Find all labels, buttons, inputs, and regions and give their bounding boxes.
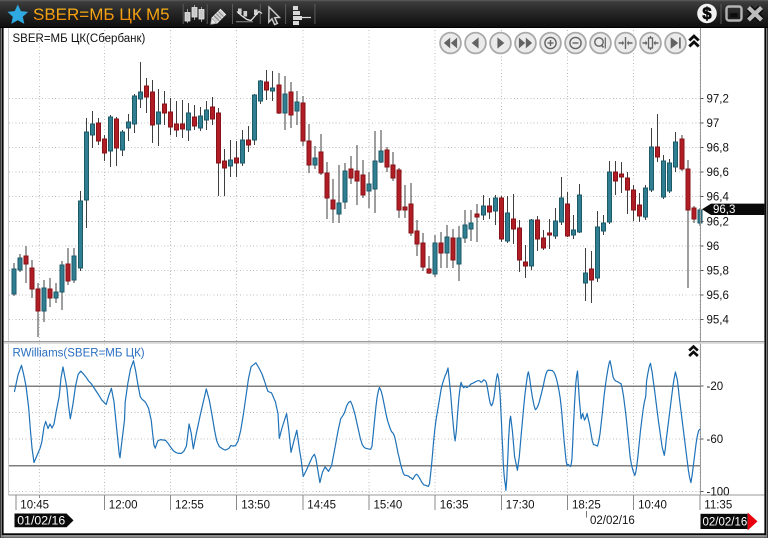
svg-text:97: 97 bbox=[707, 118, 720, 130]
svg-text:96: 96 bbox=[707, 241, 720, 253]
svg-text:01/02/16: 01/02/16 bbox=[17, 514, 65, 528]
svg-text:17:30: 17:30 bbox=[506, 500, 535, 512]
svg-text:10:45: 10:45 bbox=[20, 500, 49, 512]
svg-text:96,8: 96,8 bbox=[707, 143, 729, 155]
svg-text:18:25: 18:25 bbox=[572, 500, 601, 512]
svg-text:96,6: 96,6 bbox=[707, 167, 729, 179]
svg-text:02/02/16: 02/02/16 bbox=[590, 515, 635, 527]
svg-text:M5: M5 bbox=[146, 5, 170, 24]
svg-text:95,6: 95,6 bbox=[707, 290, 729, 302]
svg-text:-100: -100 bbox=[707, 487, 730, 499]
svg-text:97,2: 97,2 bbox=[707, 94, 729, 106]
svg-text:02/02/16: 02/02/16 bbox=[703, 517, 748, 529]
svg-text:SBER=МБ ЦК(Сбербанк): SBER=МБ ЦК(Сбербанк) bbox=[13, 33, 146, 45]
svg-text:13:50: 13:50 bbox=[241, 500, 270, 512]
svg-text:96,3: 96,3 bbox=[713, 204, 735, 216]
svg-text:96,4: 96,4 bbox=[707, 192, 730, 204]
svg-text:12:55: 12:55 bbox=[175, 500, 204, 512]
svg-text:15:40: 15:40 bbox=[374, 500, 403, 512]
svg-text:96,2: 96,2 bbox=[707, 216, 729, 228]
svg-text:RWilliams(SBER=МБ ЦК): RWilliams(SBER=МБ ЦК) bbox=[13, 348, 145, 360]
svg-text:95,8: 95,8 bbox=[707, 265, 729, 277]
svg-text:14:45: 14:45 bbox=[307, 500, 336, 512]
svg-text:95,4: 95,4 bbox=[707, 315, 730, 327]
svg-text:12:00: 12:00 bbox=[109, 500, 138, 512]
svg-text:11:35: 11:35 bbox=[704, 500, 732, 512]
svg-text:SBER=МБ ЦК: SBER=МБ ЦК bbox=[33, 5, 142, 24]
svg-text:16:35: 16:35 bbox=[440, 500, 469, 512]
svg-text:-20: -20 bbox=[707, 381, 724, 393]
svg-text:-60: -60 bbox=[707, 434, 724, 446]
svg-text:$: $ bbox=[702, 5, 711, 23]
svg-text:10:40: 10:40 bbox=[638, 500, 667, 512]
